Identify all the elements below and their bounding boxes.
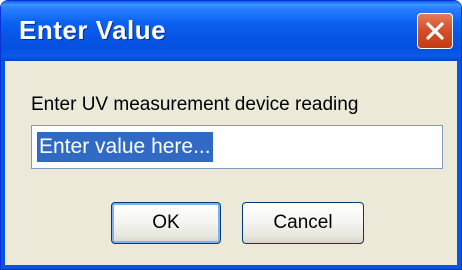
window-border-right (457, 61, 461, 269)
title-bar[interactable]: Enter Value (1, 1, 461, 61)
close-button[interactable] (417, 13, 453, 49)
window-border-left (1, 61, 5, 269)
close-icon (426, 22, 444, 40)
window-title: Enter Value (19, 15, 167, 45)
cancel-button[interactable]: Cancel (242, 202, 364, 244)
prompt-label: Enter UV measurement device reading (31, 94, 359, 115)
value-input[interactable]: Enter value here... (31, 125, 443, 169)
window-border-bottom (1, 265, 461, 269)
dialog-window: Enter Value Enter UV measurement device … (0, 0, 462, 270)
ok-button[interactable]: OK (111, 202, 221, 244)
value-input-text: Enter value here... (37, 132, 213, 162)
